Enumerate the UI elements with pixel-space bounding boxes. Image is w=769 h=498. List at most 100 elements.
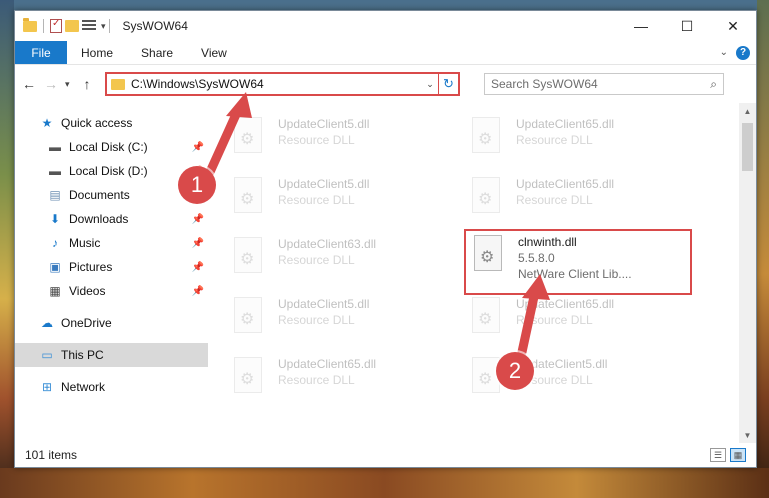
dll-file-icon: ⚙ [470, 177, 506, 217]
forward-button[interactable]: → [43, 76, 59, 92]
quick-access-toolbar: ▾ [15, 17, 106, 33]
step-2-badge: 2 [496, 352, 534, 390]
file-name: UpdateClient5.dll [278, 297, 370, 311]
file-name: UpdateClient63.dll [278, 237, 377, 251]
pin-icon[interactable]: 📌 [192, 238, 204, 249]
folder-icon [111, 78, 125, 90]
sidebar-item-label: Documents [69, 188, 130, 202]
file-name: clnwinth.dll [518, 235, 577, 249]
sidebar-item-downloads[interactable]: ⬇ Downloads 📌 [15, 207, 208, 231]
customize-list-icon[interactable] [82, 20, 96, 32]
title-divider [108, 19, 110, 33]
pin-icon[interactable]: 📌 [192, 286, 204, 297]
back-button[interactable]: ← [21, 76, 37, 92]
cloud-icon: ☁ [41, 316, 53, 330]
view-toggles: ☰ ▦ [710, 448, 746, 462]
sidebar-item-label: Music [69, 236, 101, 250]
tab-view[interactable]: View [187, 41, 241, 64]
dll-file-icon: ⚙ [232, 357, 268, 397]
pin-icon[interactable]: 📌 [192, 262, 204, 273]
file-item[interactable]: ⚙ UpdateClient5.dll Resource DLL [232, 297, 442, 355]
address-path[interactable]: C:\Windows\SysWOW64 [131, 77, 422, 91]
drive-icon: ▬ [49, 164, 61, 178]
sidebar-item-onedrive[interactable]: ☁ OneDrive [15, 311, 208, 335]
tab-home[interactable]: Home [67, 41, 127, 64]
close-button[interactable]: ✕ [710, 11, 756, 41]
scroll-down-icon[interactable]: ▼ [739, 427, 756, 443]
file-item[interactable]: ⚙ UpdateClient63.dll Resource DLL [232, 237, 442, 295]
minimize-button[interactable]: — [618, 11, 664, 41]
properties-icon[interactable] [50, 18, 62, 33]
help-icon[interactable]: ? [736, 45, 750, 60]
sidebar-item-videos[interactable]: ▦ Videos 📌 [15, 279, 208, 303]
sidebar-item-label: Quick access [61, 116, 133, 130]
navigation-pane: ★ Quick access ▬ Local Disk (C:) 📌 ▬ Loc… [15, 103, 208, 443]
refresh-button[interactable]: ↻ [438, 74, 458, 94]
file-name: UpdateClient65.dll [516, 117, 615, 131]
expand-ribbon-icon[interactable]: ⌄ [720, 47, 728, 58]
file-name: UpdateClient5.dll [278, 117, 370, 131]
search-input[interactable]: Search SysWOW64 [491, 77, 710, 91]
file-description: Resource DLL [278, 193, 355, 207]
file-description: Resource DLL [278, 373, 355, 387]
maximize-button[interactable]: ☐ [664, 11, 710, 41]
status-bar: 101 items ☰ ▦ [15, 443, 756, 467]
sidebar-item-quick-access[interactable]: ★ Quick access [15, 111, 208, 135]
pin-icon[interactable]: 📌 [192, 214, 204, 225]
step-1-badge: 1 [178, 166, 216, 204]
details-view-icon[interactable]: ☰ [710, 448, 726, 462]
scroll-up-icon[interactable]: ▲ [739, 103, 756, 119]
file-explorer-window: ▾ SysWOW64 — ☐ ✕ File Home Share View ⌄ … [14, 10, 757, 468]
file-name: UpdateClient5.dll [278, 177, 370, 191]
search-box[interactable]: Search SysWOW64 ⌕ [484, 73, 724, 95]
folder-icon [23, 17, 37, 32]
vertical-scrollbar[interactable]: ▲ ▼ [739, 103, 756, 443]
customize-toolbar-dropdown-icon[interactable]: ▾ [101, 21, 106, 32]
window-controls: — ☐ ✕ [618, 11, 756, 41]
up-button[interactable]: ↑ [79, 76, 95, 92]
address-bar[interactable]: C:\Windows\SysWOW64 ⌄ ↻ [105, 72, 460, 96]
address-dropdown-icon[interactable]: ⌄ [422, 79, 438, 90]
file-list: ⚙ UpdateClient5.dll Resource DLL ⚙ Update… [208, 103, 756, 443]
file-item[interactable]: ⚙ UpdateClient5.dll Resource DLL [232, 177, 442, 235]
file-item[interactable]: ⚙ UpdateClient65.dll Resource DLL [232, 357, 442, 415]
main-area: ★ Quick access ▬ Local Disk (C:) 📌 ▬ Loc… [15, 103, 756, 443]
file-description: Resource DLL [516, 193, 593, 207]
sidebar-item-label: Local Disk (C:) [69, 140, 148, 154]
new-folder-icon[interactable] [65, 20, 79, 32]
film-icon: ▦ [49, 284, 61, 298]
tab-file[interactable]: File [15, 41, 67, 64]
sidebar-item-label: Local Disk (D:) [69, 164, 148, 178]
tab-share[interactable]: Share [127, 41, 187, 64]
file-name: UpdateClient65.dll [516, 177, 615, 191]
file-item[interactable]: ⚙ UpdateClient65.dll Resource DLL [470, 117, 680, 175]
sidebar-item-network[interactable]: ⊞ Network [15, 375, 208, 399]
toolbar-divider [43, 19, 44, 33]
pin-icon[interactable]: 📌 [192, 142, 204, 153]
sidebar-item-this-pc[interactable]: ▭ This PC [15, 343, 208, 367]
dll-file-icon: ⚙ [232, 237, 268, 277]
tiles-view-icon[interactable]: ▦ [730, 448, 746, 462]
item-count: 101 items [25, 448, 78, 462]
sidebar-item-label: Network [61, 380, 106, 394]
sidebar-item-label: This PC [61, 348, 104, 362]
file-item[interactable]: ⚙ UpdateClient5.dll Resource DLL [232, 117, 442, 175]
pictures-icon: ▣ [49, 260, 61, 274]
star-icon: ★ [41, 116, 53, 130]
scrollbar-thumb[interactable] [742, 123, 753, 171]
network-icon: ⊞ [41, 380, 53, 394]
dll-file-icon: ⚙ [472, 235, 508, 275]
selected-file-item[interactable]: ⚙ clnwinth.dll 5.5.8.0 NetWare Client Li… [464, 229, 692, 295]
sidebar-item-music[interactable]: ♪ Music 📌 [15, 231, 208, 255]
sidebar-item-local-disk-c[interactable]: ▬ Local Disk (C:) 📌 [15, 135, 208, 159]
file-item[interactable]: ⚙ UpdateClient65.dll Resource DLL [470, 297, 680, 355]
music-note-icon: ♪ [52, 236, 58, 250]
drive-icon: ▬ [49, 140, 61, 154]
file-item[interactable]: ⚙ UpdateClient65.dll Resource DLL [470, 177, 680, 235]
dll-file-icon: ⚙ [232, 117, 268, 157]
recent-locations-button[interactable]: ▾ [65, 79, 73, 90]
window-title: SysWOW64 [122, 19, 188, 33]
sidebar-item-pictures[interactable]: ▣ Pictures 📌 [15, 255, 208, 279]
